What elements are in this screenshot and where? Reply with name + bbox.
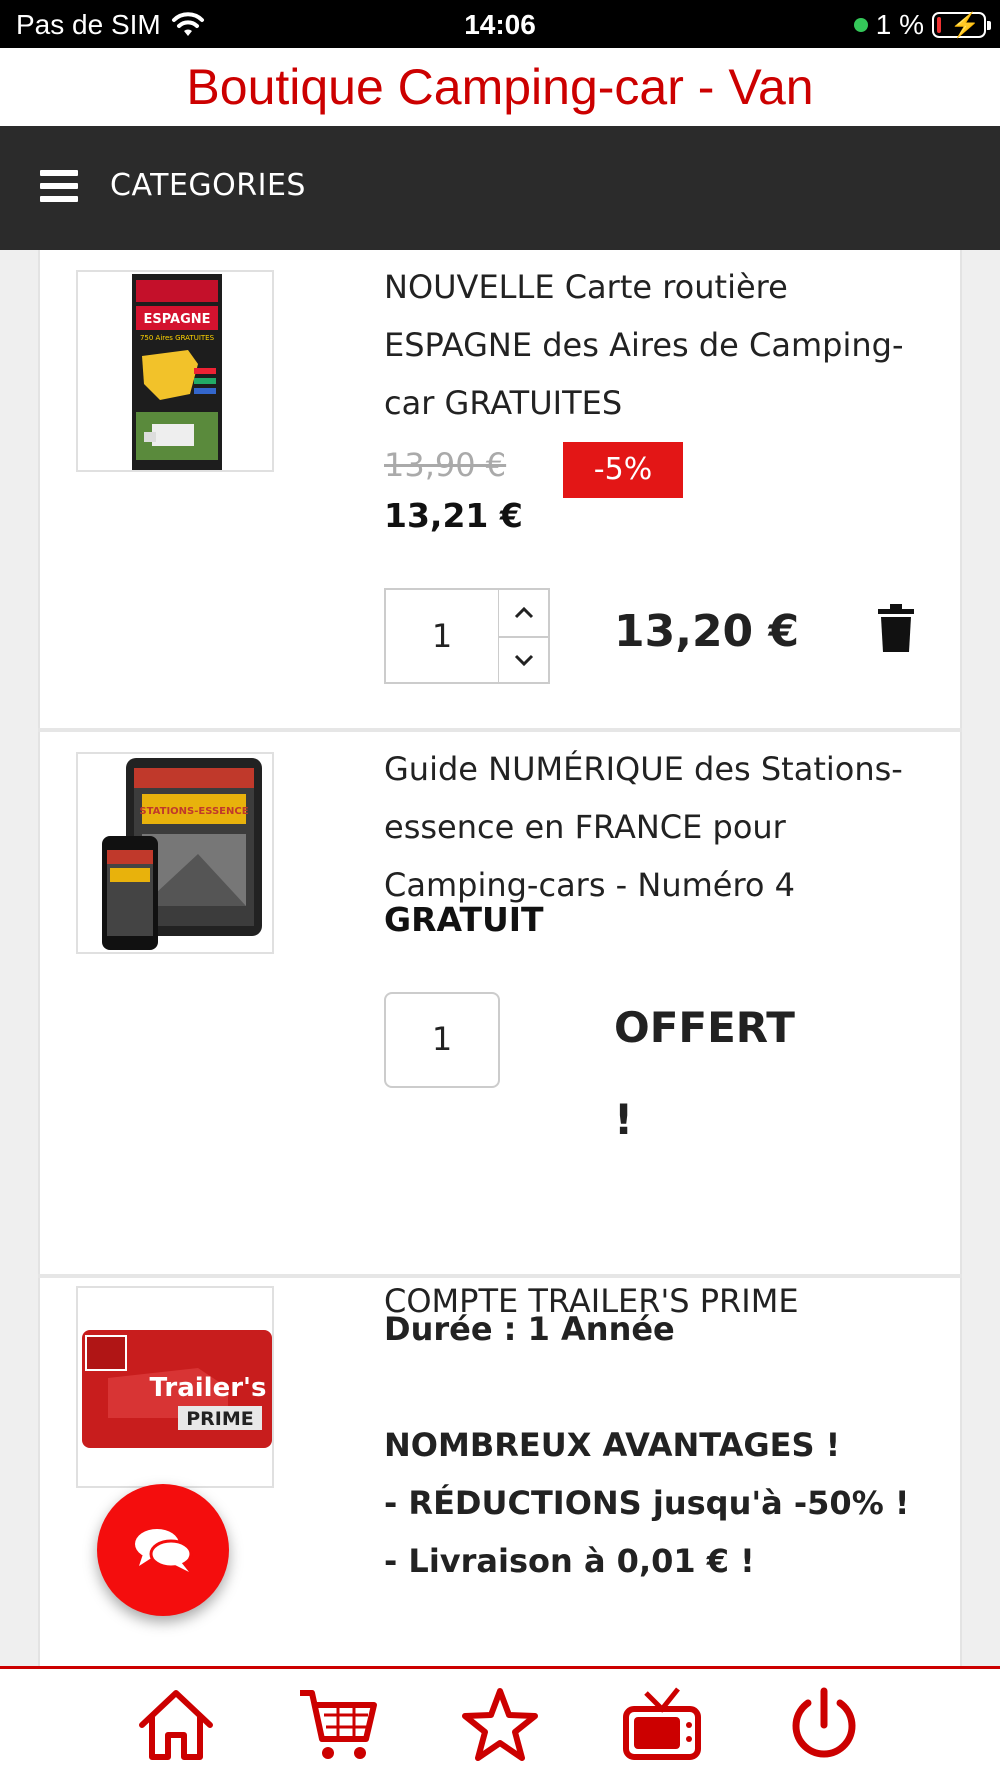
chevron-up-icon[interactable] [499, 590, 548, 636]
tab-tv[interactable] [620, 1685, 704, 1765]
store-header: Boutique Camping-car - Van [0, 48, 1000, 126]
product-name[interactable]: NOUVELLE Carte routière ESPAGNE des Aire… [384, 258, 944, 432]
tv-icon [623, 1687, 701, 1760]
quantity-input[interactable]: 1 [384, 588, 500, 684]
cart-list: ESPAGNE 750 Aires GRATUITES NOUVELLE Car… [0, 250, 1000, 1666]
hamburger-icon[interactable] [40, 170, 78, 202]
power-icon [792, 1687, 856, 1758]
quantity-input[interactable]: 1 [384, 992, 500, 1088]
quantity-stepper[interactable] [498, 588, 550, 684]
status-right: 1 % ⚡ [853, 9, 991, 41]
tab-home[interactable] [134, 1685, 218, 1765]
chevron-down-icon[interactable] [499, 636, 548, 682]
tab-cart[interactable] [296, 1685, 380, 1765]
cart-item: STATIONS-ESSENCE Guide NUMÉRIQUE des Sta… [38, 732, 962, 1274]
cart-icon [300, 1690, 377, 1759]
battery-percent: 1 % [875, 9, 924, 40]
svg-text:PRIME: PRIME [186, 1408, 254, 1430]
discount-badge: -5% [563, 442, 683, 498]
charging-icon: ⚡ [950, 12, 980, 39]
bottom-tab-bar [0, 1666, 1000, 1778]
product-image[interactable]: STATIONS-ESSENCE [76, 752, 274, 954]
unit-price: GRATUIT [384, 900, 544, 939]
svg-text:Trailer's: Trailer's [150, 1373, 267, 1403]
cart-item: ESPAGNE 750 Aires GRATUITES NOUVELLE Car… [38, 250, 962, 730]
categories-label[interactable]: CATEGORIES [110, 168, 306, 203]
chat-icon [135, 1529, 193, 1572]
star-icon [462, 1688, 538, 1761]
line-total: 13,20 € [614, 606, 800, 657]
product-name[interactable]: Guide NUMÉRIQUE des Stations-essence en … [384, 740, 944, 914]
tab-favorites[interactable] [458, 1685, 542, 1765]
unit-price: 13,21 € [384, 496, 523, 535]
tab-power[interactable] [782, 1685, 866, 1765]
svg-text:750 Aires GRATUITES: 750 Aires GRATUITES [140, 334, 215, 342]
clock: 14:06 [464, 9, 536, 40]
privacy-indicator [853, 18, 868, 32]
home-icon [139, 1690, 213, 1760]
product-benefits-title: NOMBREUX AVANTAGES ! [384, 1426, 841, 1464]
product-benefit: - RÉDUCTIONS jusqu'à -50% ! [384, 1484, 910, 1522]
product-duration: Durée : 1 Année [384, 1310, 675, 1348]
svg-text:ESPAGNE: ESPAGNE [143, 312, 210, 327]
battery-icon: ⚡ [932, 12, 991, 39]
trash-icon[interactable] [876, 604, 916, 652]
product-image[interactable]: Trailer's PRIME [76, 1286, 274, 1488]
status-bar: Pas de SIM 14:06 1 % ⚡ [0, 0, 1000, 48]
product-image[interactable]: ESPAGNE 750 Aires GRATUITES [76, 270, 274, 472]
page-title[interactable]: Boutique Camping-car - Van [0, 48, 1000, 126]
svg-text:STATIONS-ESSENCE: STATIONS-ESSENCE [139, 806, 248, 817]
line-total: OFFERT ! [614, 1003, 795, 1144]
chat-button[interactable] [97, 1484, 229, 1616]
old-price: 13,90 € [384, 446, 507, 484]
product-benefit: - Livraison à 0,01 € ! [384, 1542, 755, 1580]
categories-nav[interactable]: CATEGORIES [0, 126, 1000, 250]
